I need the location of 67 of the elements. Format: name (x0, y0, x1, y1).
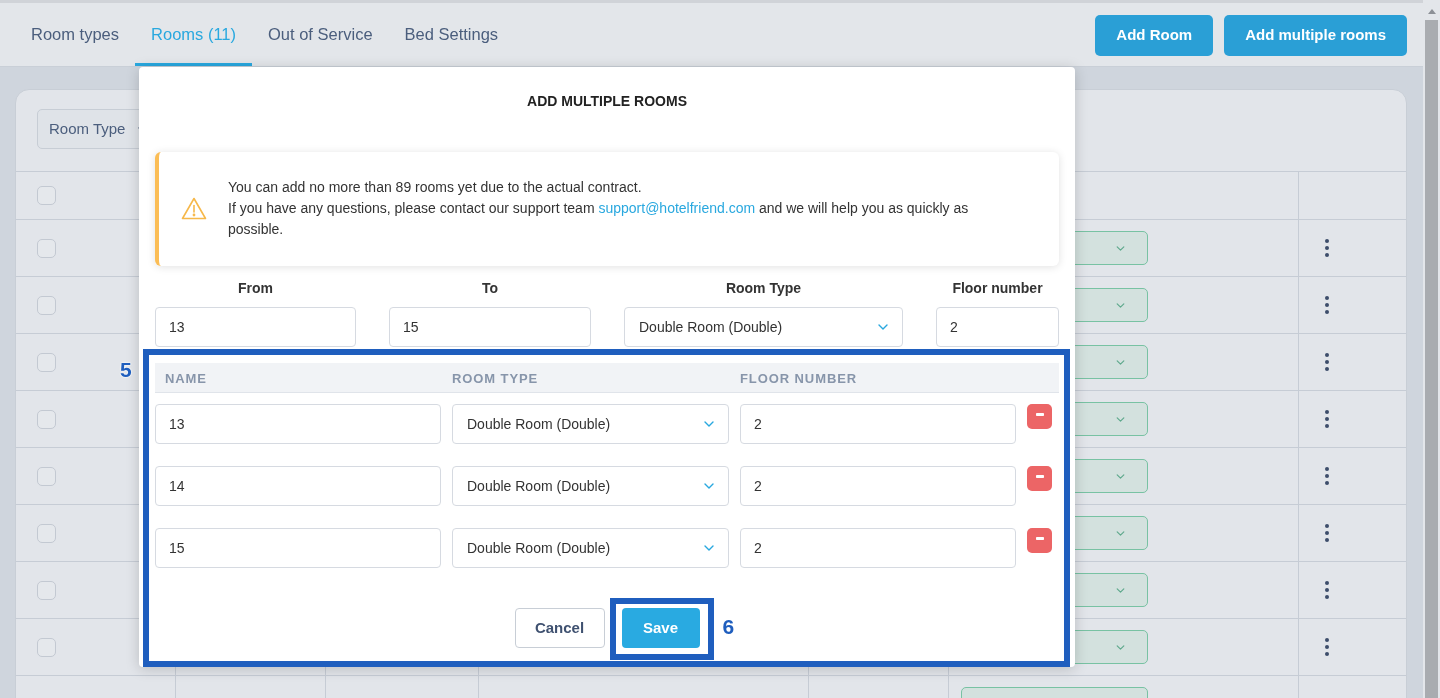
row-checkbox[interactable] (37, 295, 56, 315)
chevron-down-icon (1116, 473, 1125, 479)
more-options-icon[interactable] (1325, 467, 1329, 485)
step-number: 5 (120, 359, 132, 380)
to-input[interactable]: 15 (389, 307, 591, 347)
tab[interactable]: Out of Service (252, 3, 389, 66)
chevron-down-icon (1116, 245, 1125, 251)
more-options-icon[interactable] (1325, 239, 1329, 257)
room-type-select[interactable]: Double Room (Double) (452, 528, 729, 568)
remove-row-button[interactable] (1027, 466, 1052, 491)
column-header: NAME (165, 370, 207, 386)
more-options-icon[interactable] (1325, 581, 1329, 599)
warning-icon (181, 197, 207, 220)
column-header: ROOM TYPE (452, 370, 539, 386)
floor-number-input[interactable]: 2 (740, 404, 1016, 444)
chevron-down-icon (1116, 359, 1125, 365)
row-checkbox[interactable] (37, 409, 56, 429)
chevron-down-icon (704, 421, 714, 427)
tab[interactable]: Bed Settings (388, 3, 515, 66)
room-type-select[interactable]: Double Room (Double) (452, 466, 729, 506)
chevron-down-icon (1116, 587, 1125, 593)
field-label: To (481, 279, 499, 298)
room-type-select[interactable]: Double Room (Double) (624, 307, 903, 347)
remove-row-button[interactable] (1027, 404, 1052, 429)
minus-icon (1035, 413, 1044, 416)
chevron-down-icon (704, 483, 714, 489)
select-all-checkbox[interactable] (37, 186, 56, 205)
minus-icon (1035, 537, 1044, 540)
room-name-input[interactable]: 15 (155, 528, 441, 568)
floor-number-input[interactable]: 2 (936, 307, 1059, 347)
chevron-down-icon (1116, 530, 1125, 536)
step-number: 6 (722, 616, 735, 637)
more-options-icon[interactable] (1325, 353, 1329, 371)
scroll-up-icon[interactable] (1427, 9, 1436, 14)
more-options-icon[interactable] (1325, 638, 1329, 656)
floor-number-input[interactable]: 2 (740, 466, 1016, 506)
support-contact-text: If you have any questions, please contact our support team support@hotelfriend.com and we will help you as quickly as possible. (228, 199, 970, 239)
minus-icon (1035, 475, 1044, 478)
contract-limit-text: You can add no more than 89 rooms yet due to the actual contract. (228, 178, 643, 197)
room-name-input[interactable]: 13 (155, 404, 441, 444)
modal-title: ADD MULTIPLE ROOMS (527, 92, 687, 111)
row-checkbox[interactable] (37, 637, 56, 657)
more-options-icon[interactable] (1325, 524, 1329, 542)
field-label: Floor number (952, 279, 1043, 298)
chevron-down-icon (1116, 416, 1125, 422)
more-options-icon[interactable] (1325, 410, 1329, 428)
scrollbar-thumb[interactable] (1425, 20, 1438, 698)
tab[interactable]: Room types (15, 3, 136, 66)
cancel-button[interactable]: Cancel (514, 608, 605, 648)
field-label: Room Type (725, 279, 802, 298)
row-checkbox[interactable] (37, 238, 56, 258)
row-checkbox[interactable] (37, 580, 56, 600)
chevron-down-icon (878, 324, 888, 330)
more-options-icon[interactable] (1325, 296, 1329, 314)
column-header: FLOOR NUMBER (740, 370, 858, 386)
field-label: From (238, 279, 273, 298)
row-checkbox[interactable] (37, 352, 56, 372)
chevron-down-icon (1116, 644, 1125, 650)
from-input[interactable]: 13 (155, 307, 356, 347)
chevron-down-icon (704, 545, 714, 551)
room-name-input[interactable]: 14 (155, 466, 441, 506)
chevron-down-icon (1116, 302, 1125, 308)
remove-row-button[interactable] (1027, 528, 1052, 553)
row-checkbox[interactable] (37, 523, 56, 543)
row-checkbox[interactable] (37, 466, 56, 486)
floor-number-input[interactable]: 2 (740, 528, 1016, 568)
room-type-select[interactable]: Double Room (Double) (452, 404, 729, 444)
